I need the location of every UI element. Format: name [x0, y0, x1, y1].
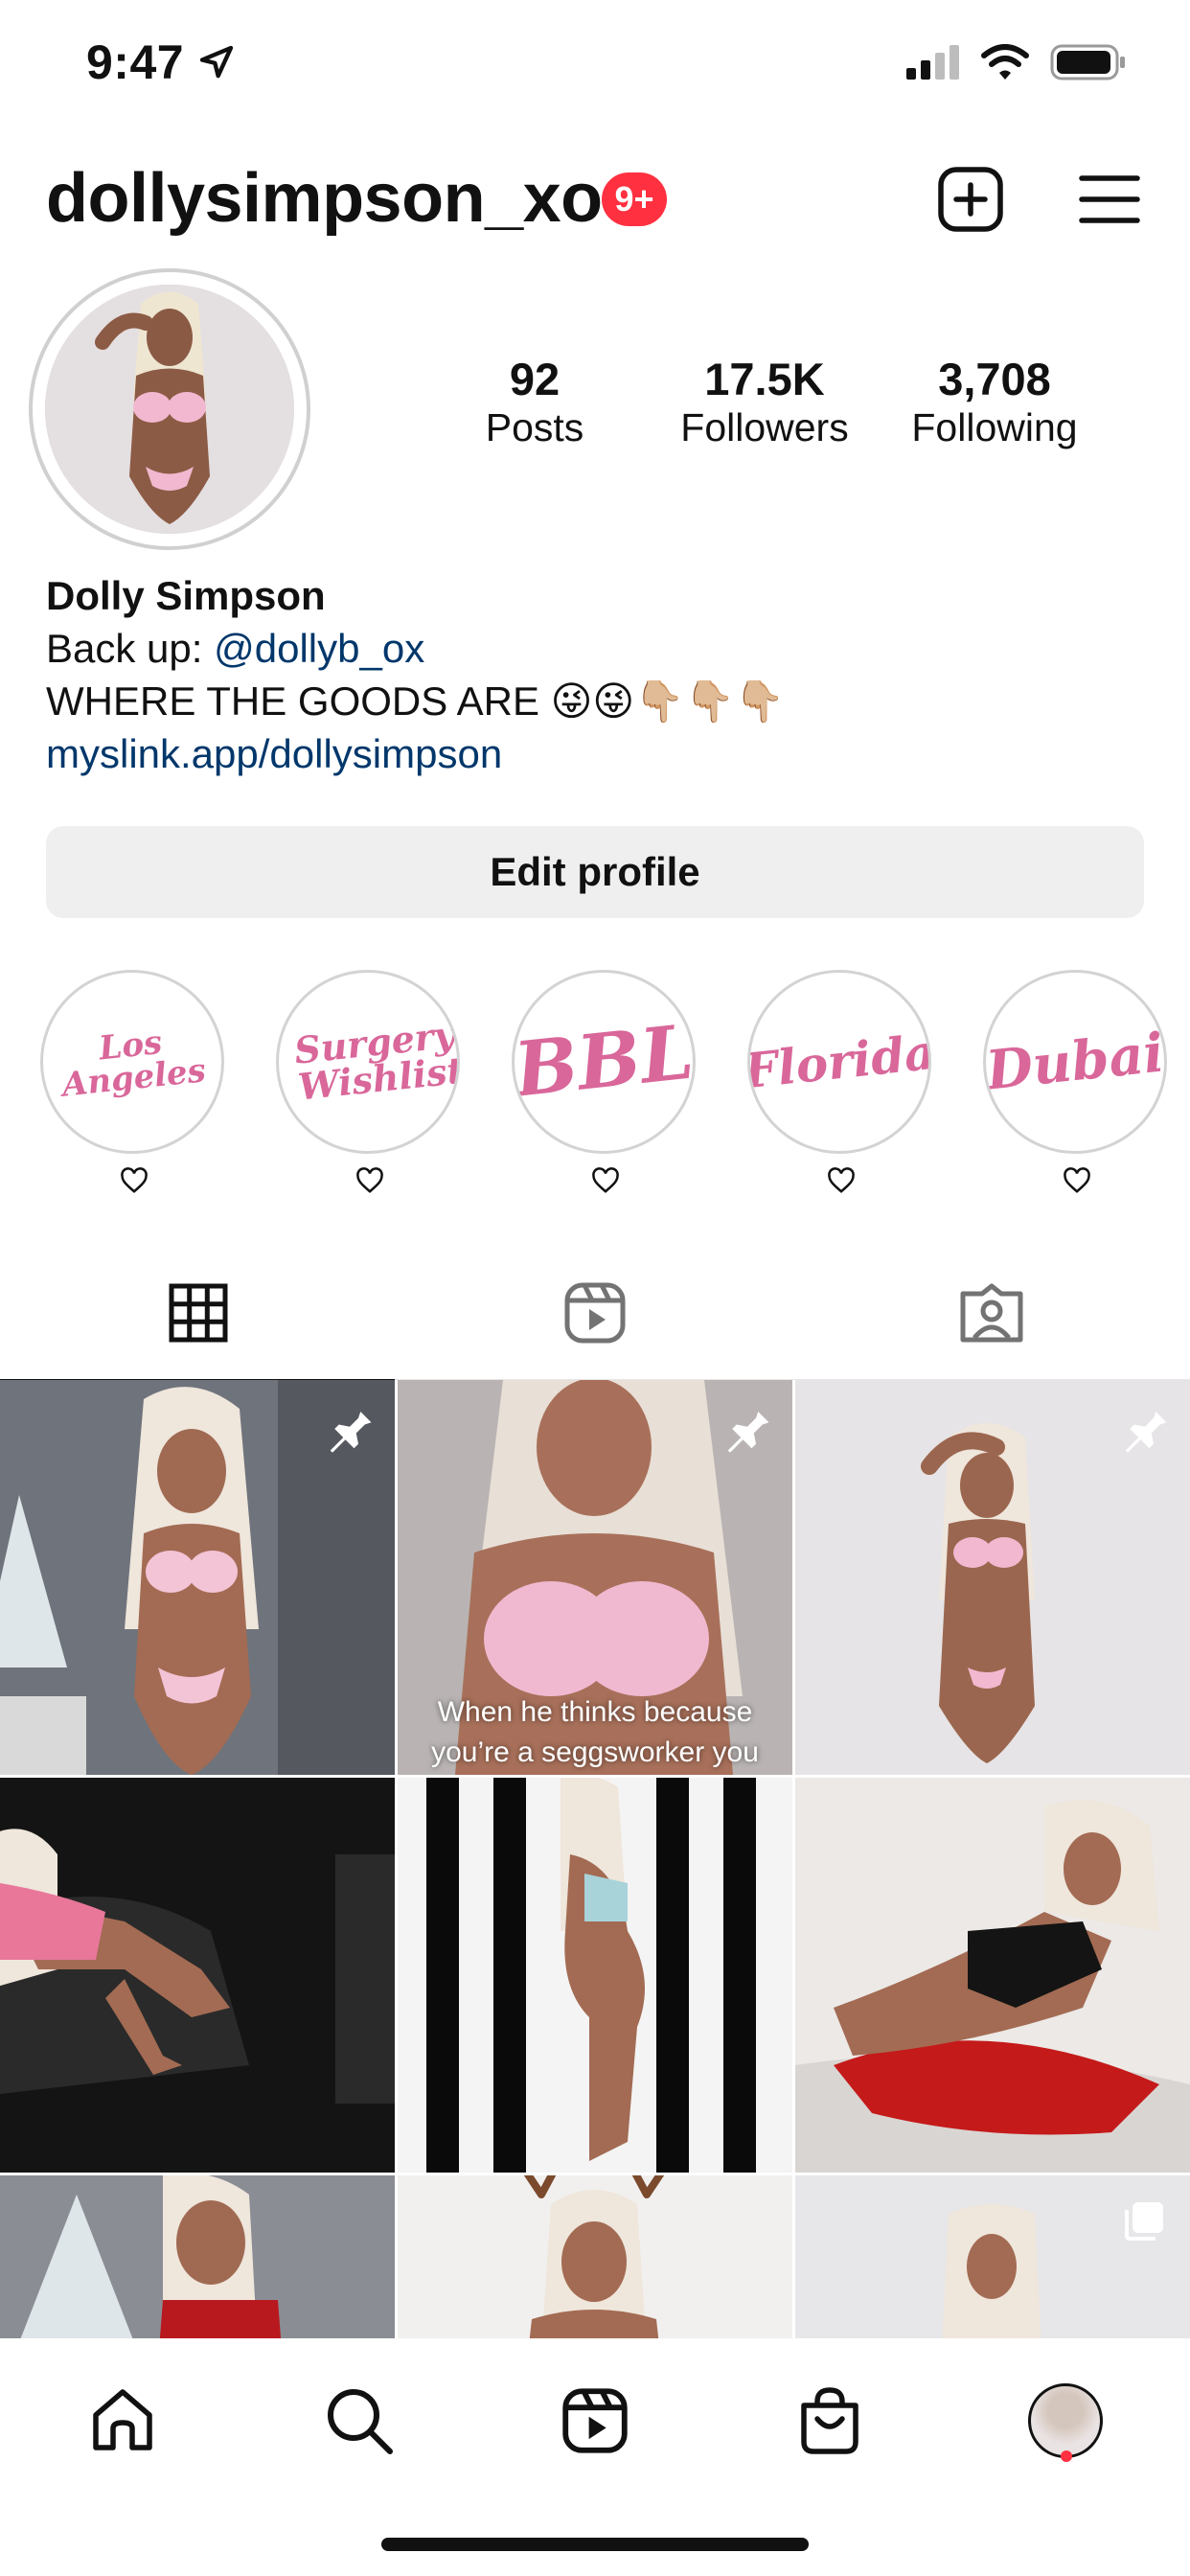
status-indicators: [906, 44, 1127, 80]
grid-post[interactable]: [795, 2175, 1190, 2338]
post-thumbnail: [398, 2175, 792, 2338]
carousel-icon: [1125, 2202, 1163, 2241]
tab-tagged[interactable]: [793, 1246, 1190, 1380]
bio-website-link[interactable]: myslink.app/dollysimpson: [46, 727, 1148, 780]
highlight-bbl[interactable]: BBL: [512, 970, 699, 1199]
posts-grid: When he thinks because you’re a seggswor…: [0, 1380, 1190, 2338]
reels-icon: [562, 2388, 628, 2453]
reels-icon: [564, 1282, 626, 1344]
create-post-button[interactable]: [934, 163, 1007, 236]
highlight-cover-text: Dubai: [983, 1021, 1167, 1103]
post-thumbnail: [398, 1778, 792, 2173]
pinned-icon: [1125, 1407, 1167, 1453]
status-time: 9:47: [86, 34, 236, 90]
display-name: Dolly Simpson: [46, 573, 326, 618]
grid-post[interactable]: [0, 2175, 395, 2338]
profile-notification-dot: [1061, 2450, 1072, 2462]
heart-icon: [512, 1167, 699, 1199]
highlight-cover-text: Surgery Wishlist: [292, 1012, 460, 1109]
bio-text-line: WHERE THE GOODS ARE 😜😜👇🏼👇🏼👇🏼: [46, 678, 786, 724]
story-highlights: Los Angeles Surgery Wishlist BBL Florida…: [0, 970, 1190, 1209]
profile-tabs: [0, 1246, 1190, 1382]
post-thumbnail: [795, 1778, 1190, 2173]
highlight-cover-text: Florida: [747, 1023, 931, 1100]
stat-posts[interactable]: 92 Posts: [420, 355, 650, 451]
bio-backup-prefix: Back up:: [46, 626, 215, 671]
backup-handle-link[interactable]: @dollyb_ox: [214, 626, 424, 671]
stat-following[interactable]: 3,708 Following: [880, 355, 1110, 451]
post-thumbnail: [0, 1778, 395, 2173]
grid-post[interactable]: [0, 1778, 395, 2173]
highlight-dubai[interactable]: Dubai: [983, 970, 1171, 1199]
highlight-cover: BBL: [512, 970, 696, 1154]
status-time-text: 9:47: [86, 35, 185, 89]
home-indicator: [381, 2538, 809, 2551]
heart-icon: [983, 1167, 1171, 1199]
edit-profile-button[interactable]: Edit profile: [46, 826, 1144, 918]
highlight-cover: Florida: [747, 970, 931, 1154]
stat-posts-label: Posts: [485, 404, 584, 449]
home-icon: [93, 2389, 152, 2450]
menu-icon: [1079, 175, 1140, 223]
grid-post[interactable]: [795, 1380, 1190, 1775]
profile-header: dollysimpson_xo 9+: [0, 144, 1190, 259]
status-bar: 9:47: [0, 0, 1190, 134]
profile-bio: Dolly Simpson Back up: @dollyb_ox WHERE …: [46, 569, 1148, 780]
stat-posts-value: 92: [509, 354, 561, 404]
tab-posts-grid[interactable]: [0, 1246, 397, 1382]
stat-followers[interactable]: 17.5K Followers: [650, 355, 880, 451]
tagged-icon: [960, 1283, 1023, 1343]
create-post-icon: [938, 167, 1003, 232]
username-switcher[interactable]: dollysimpson_xo: [46, 159, 603, 238]
profile-avatar-icon: [1028, 2383, 1103, 2458]
wifi-icon: [981, 44, 1029, 80]
highlight-cover: Los Angeles: [40, 970, 224, 1154]
grid-post[interactable]: [0, 1380, 395, 1775]
highlight-cover: Surgery Wishlist: [276, 970, 460, 1154]
grid-post[interactable]: [398, 1778, 792, 2173]
heart-icon: [40, 1167, 228, 1199]
bio-backup-line: Back up: @dollyb_ox: [46, 622, 1148, 675]
grid-post[interactable]: [795, 1778, 1190, 2173]
stat-following-label: Following: [911, 404, 1078, 449]
battery-icon: [1050, 44, 1125, 80]
post-caption-overlay: When he thinks because you’re a seggswor…: [431, 1696, 759, 1768]
heart-icon: [276, 1167, 464, 1199]
post-thumbnail: [0, 2175, 395, 2338]
nav-home[interactable]: [75, 2373, 171, 2469]
highlight-cover-text: Los Angeles: [59, 1023, 208, 1105]
search-icon: [328, 2389, 393, 2454]
heart-icon: [747, 1167, 935, 1199]
grid-post[interactable]: [398, 2175, 792, 2338]
grid-post[interactable]: When he thinks because you’re a seggswor…: [398, 1380, 792, 1775]
profile-stats: 92 Posts 17.5K Followers 3,708 Following: [0, 355, 1190, 460]
stat-following-value: 3,708: [938, 354, 1051, 404]
grid-icon: [169, 1283, 228, 1343]
highlight-cover-text: BBL: [512, 1008, 696, 1115]
pinned-icon: [727, 1407, 769, 1453]
stat-followers-value: 17.5K: [704, 354, 825, 404]
location-arrow-icon: [199, 45, 234, 79]
notification-badge[interactable]: 9+: [602, 172, 667, 226]
nav-shop[interactable]: [782, 2373, 878, 2469]
highlight-surgery-wishlist[interactable]: Surgery Wishlist: [276, 970, 464, 1199]
signal-icon: [906, 45, 959, 80]
shop-icon: [801, 2387, 858, 2454]
menu-button[interactable]: [1073, 163, 1146, 236]
pinned-icon: [330, 1407, 372, 1453]
nav-reels[interactable]: [547, 2373, 643, 2469]
highlight-florida[interactable]: Florida: [747, 970, 935, 1199]
highlight-cover: Dubai: [983, 970, 1167, 1154]
highlight-los-angeles[interactable]: Los Angeles: [40, 970, 228, 1199]
tab-reels[interactable]: [397, 1246, 793, 1380]
nav-search[interactable]: [311, 2373, 407, 2469]
stat-followers-label: Followers: [680, 404, 849, 449]
